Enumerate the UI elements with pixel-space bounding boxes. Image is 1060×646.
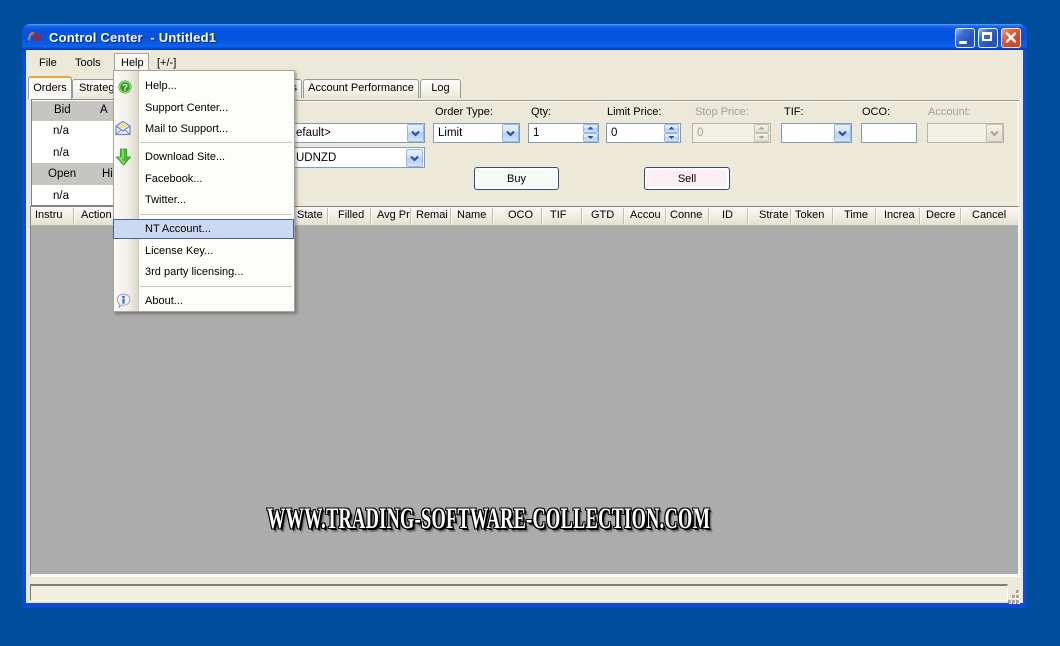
svg-text:?: ? [122,83,128,94]
